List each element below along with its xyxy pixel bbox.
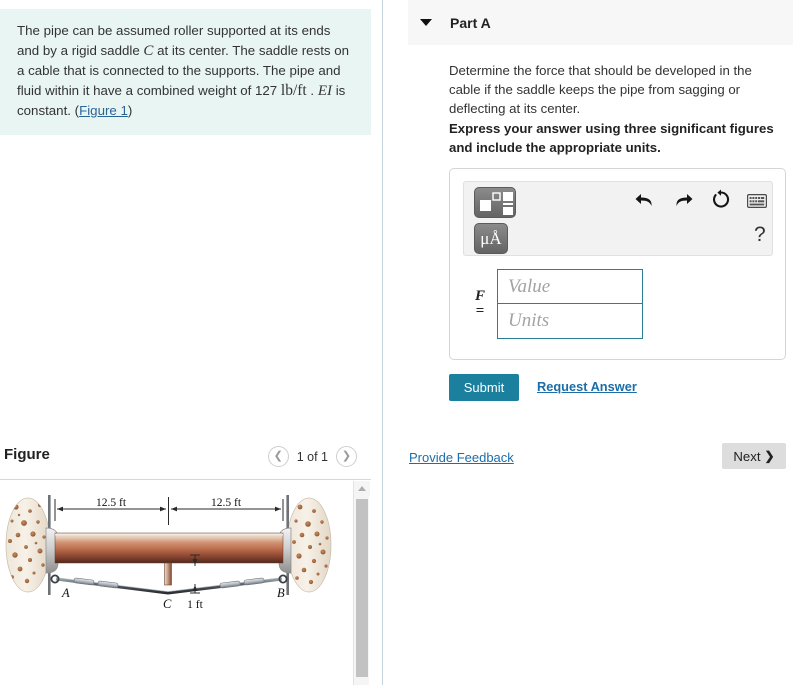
dimension-label-left: 12.5 ft <box>96 497 127 509</box>
figure-viewport: 12.5 ft 12.5 ft 1 ft A B C <box>0 481 353 685</box>
reset-circular-arrow-glyph <box>713 189 730 208</box>
figure-divider-rule <box>0 479 371 480</box>
next-button[interactable]: Next ❯ <box>722 443 786 469</box>
chevron-right-icon: ❯ <box>764 449 775 463</box>
support-block-right <box>286 495 332 595</box>
math-toolbar: μÅ ? <box>463 181 773 256</box>
redo-arrow-glyph <box>676 194 693 206</box>
problem-variable-ei: EI <box>317 82 332 99</box>
right-column: Part A Determine the force that should b… <box>383 0 793 685</box>
problem-statement-box: The pipe can be assumed roller supported… <box>0 9 371 135</box>
dimension-label-right: 12.5 ft <box>211 497 242 509</box>
equals-sign: = <box>475 303 485 319</box>
figure-next-button[interactable]: ❯ <box>336 446 357 467</box>
saddle-post <box>164 562 172 586</box>
point-label-c: C <box>163 597 172 611</box>
support-block-left <box>5 495 51 595</box>
chevron-right-icon: ❯ <box>341 450 352 462</box>
keyboard-icon[interactable] <box>747 194 767 213</box>
keyboard-glyph <box>747 194 767 209</box>
answer-variable-label: F = <box>463 289 497 319</box>
problem-variable-c: C <box>143 42 154 59</box>
variable-f: F <box>474 288 485 304</box>
pipe-body <box>54 532 284 564</box>
units-template-icon[interactable]: μÅ <box>474 223 508 254</box>
problem-text-segment-5: ) <box>127 103 133 118</box>
provide-feedback-link[interactable]: Provide Feedback <box>409 450 514 465</box>
figure-prev-button[interactable]: ❮ <box>267 446 289 467</box>
problem-statement-text: The pipe can be assumed roller supported… <box>17 21 351 121</box>
part-a-question-text: Determine the force that should be devel… <box>449 63 752 116</box>
answer-input-row: F = <box>463 269 643 339</box>
page-root: The pipe can be assumed roller supported… <box>0 0 793 685</box>
figure-pager-label: 1 of 1 <box>296 449 328 464</box>
scrollbar-up-arrow-icon[interactable] <box>354 481 370 496</box>
part-a-header[interactable]: Part A <box>408 0 793 45</box>
figure-1-link[interactable]: Figure 1 <box>79 103 128 118</box>
redo-arrow-icon[interactable] <box>672 190 694 216</box>
help-question-icon[interactable]: ? <box>754 223 766 247</box>
figure-pager: ❮ 1 of 1 ❯ <box>267 446 357 467</box>
pipe-highlight <box>55 534 283 536</box>
units-template-label: μÅ <box>480 228 502 248</box>
math-template-glyph <box>480 192 513 215</box>
point-label-a: A <box>61 586 70 600</box>
next-button-label: Next <box>733 448 761 464</box>
pipe-cable-saddle-diagram: 12.5 ft 12.5 ft 1 ft A B C <box>5 495 332 611</box>
undo-arrow-icon[interactable] <box>634 190 656 216</box>
math-template-icon[interactable] <box>474 187 516 218</box>
dimension-lines <box>54 497 284 525</box>
part-a-title: Part A <box>450 14 491 31</box>
sag-dimension-label: 1 ft <box>187 599 203 611</box>
point-label-b: B <box>277 586 285 600</box>
scrollbar-thumb[interactable] <box>356 499 368 677</box>
problem-unit-lb-per-ft: lb/ft <box>280 81 307 99</box>
problem-text-segment-3: . <box>306 82 318 98</box>
answer-fields <box>497 269 643 339</box>
part-a-instruction-text: Express your answer using three signific… <box>449 121 774 155</box>
figure-scrollbar[interactable] <box>353 481 370 685</box>
answer-entry-box: μÅ ? F = Value Units <box>449 168 786 360</box>
triangle-down-icon[interactable] <box>420 19 432 26</box>
left-column: The pipe can be assumed roller supported… <box>0 0 382 685</box>
answer-units-input[interactable] <box>497 304 643 339</box>
request-answer-link[interactable]: Request Answer <box>537 379 637 394</box>
reset-circular-arrow-icon[interactable] <box>710 189 732 216</box>
answer-value-input[interactable] <box>497 269 643 304</box>
chevron-left-icon: ❮ <box>273 450 283 462</box>
submit-button[interactable]: Submit <box>449 374 519 401</box>
figure-panel-title: Figure <box>4 446 50 463</box>
undo-arrow-glyph <box>635 194 652 206</box>
figure-panel-header: Figure ❮ 1 of 1 ❯ <box>0 446 371 476</box>
